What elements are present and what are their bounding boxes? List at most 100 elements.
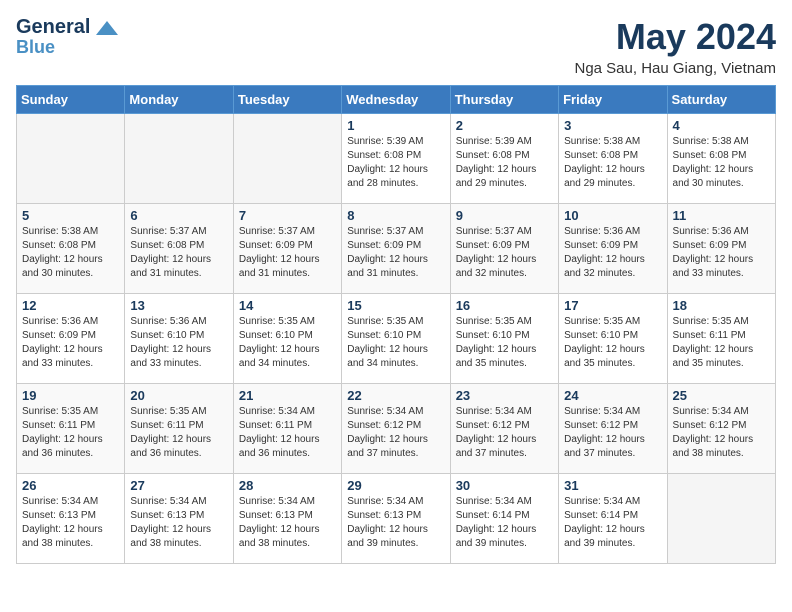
day-info: Sunrise: 5:39 AM Sunset: 6:08 PM Dayligh…: [456, 135, 553, 191]
day-info: Sunrise: 5:36 AM Sunset: 6:09 PM Dayligh…: [564, 225, 661, 281]
calendar: SundayMondayTuesdayWednesdayThursdayFrid…: [16, 85, 776, 564]
weekday-header-wednesday: Wednesday: [342, 86, 450, 114]
day-info: Sunrise: 5:34 AM Sunset: 6:12 PM Dayligh…: [564, 405, 661, 461]
calendar-cell: 5 Sunrise: 5:38 AM Sunset: 6:08 PM Daylig…: [17, 204, 125, 294]
day-info: Sunrise: 5:37 AM Sunset: 6:09 PM Dayligh…: [456, 225, 553, 281]
day-number: 27: [130, 478, 227, 493]
calendar-cell: 23 Sunrise: 5:34 AM Sunset: 6:12 PM Dayli…: [450, 384, 558, 474]
day-number: 24: [564, 388, 661, 403]
day-info: Sunrise: 5:35 AM Sunset: 6:11 PM Dayligh…: [673, 315, 770, 371]
day-number: 28: [239, 478, 336, 493]
location: Nga Sau, Hau Giang, Vietnam: [574, 60, 776, 77]
day-info: Sunrise: 5:34 AM Sunset: 6:14 PM Dayligh…: [564, 495, 661, 551]
weekday-header-monday: Monday: [125, 86, 233, 114]
day-info: Sunrise: 5:35 AM Sunset: 6:11 PM Dayligh…: [22, 405, 119, 461]
logo-icon: [96, 19, 118, 37]
weekday-header-friday: Friday: [559, 86, 667, 114]
month-title: May 2024: [574, 16, 776, 58]
calendar-cell: [667, 474, 775, 564]
week-row-3: 12Sunrise: 5:36 AM Sunset: 6:09 PM Dayli…: [17, 294, 776, 384]
calendar-cell: 8Sunrise: 5:37 AM Sunset: 6:09 PM Daylig…: [342, 204, 450, 294]
day-info: Sunrise: 5:35 AM Sunset: 6:10 PM Dayligh…: [456, 315, 553, 371]
calendar-cell: 24 Sunrise: 5:34 AM Sunset: 6:12 PM Dayli…: [559, 384, 667, 474]
day-info: Sunrise: 5:34 AM Sunset: 6:12 PM Dayligh…: [456, 405, 553, 461]
day-info: Sunrise: 5:37 AM Sunset: 6:09 PM Dayligh…: [347, 225, 444, 281]
day-number: 26: [22, 478, 119, 493]
day-info: Sunrise: 5:34 AM Sunset: 6:14 PM Dayligh…: [456, 495, 553, 551]
day-info: Sunrise: 5:37 AM Sunset: 6:08 PM Dayligh…: [130, 225, 227, 281]
calendar-cell: 31 Sunrise: 5:34 AM Sunset: 6:14 PM Dayli…: [559, 474, 667, 564]
day-number: 4: [673, 118, 770, 133]
calendar-cell: 25 Sunrise: 5:34 AM Sunset: 6:12 PM Dayli…: [667, 384, 775, 474]
day-number: 30: [456, 478, 553, 493]
logo-general: General: [16, 16, 90, 38]
day-info: Sunrise: 5:39 AM Sunset: 6:08 PM Dayligh…: [347, 135, 444, 191]
calendar-cell: 9 Sunrise: 5:37 AM Sunset: 6:09 PM Daylig…: [450, 204, 558, 294]
day-number: 14: [239, 298, 336, 313]
day-number: 7: [239, 208, 336, 223]
week-row-2: 5 Sunrise: 5:38 AM Sunset: 6:08 PM Daylig…: [17, 204, 776, 294]
calendar-cell: 6Sunrise: 5:37 AM Sunset: 6:08 PM Daylig…: [125, 204, 233, 294]
calendar-cell: 1Sunrise: 5:39 AM Sunset: 6:08 PM Daylig…: [342, 114, 450, 204]
calendar-cell: 12Sunrise: 5:36 AM Sunset: 6:09 PM Dayli…: [17, 294, 125, 384]
day-number: 25: [673, 388, 770, 403]
weekday-header-thursday: Thursday: [450, 86, 558, 114]
day-info: Sunrise: 5:35 AM Sunset: 6:10 PM Dayligh…: [239, 315, 336, 371]
day-info: Sunrise: 5:38 AM Sunset: 6:08 PM Dayligh…: [22, 225, 119, 281]
day-number: 2: [456, 118, 553, 133]
day-info: Sunrise: 5:35 AM Sunset: 6:10 PM Dayligh…: [347, 315, 444, 371]
calendar-cell: 29 Sunrise: 5:34 AM Sunset: 6:13 PM Dayli…: [342, 474, 450, 564]
day-info: Sunrise: 5:35 AM Sunset: 6:10 PM Dayligh…: [564, 315, 661, 371]
week-row-5: 26 Sunrise: 5:34 AM Sunset: 6:13 PM Dayli…: [17, 474, 776, 564]
day-info: Sunrise: 5:38 AM Sunset: 6:08 PM Dayligh…: [564, 135, 661, 191]
calendar-cell: 26Sunrise: 5:34 AM Sunset: 6:13 PM Dayli…: [17, 474, 125, 564]
day-number: 9: [456, 208, 553, 223]
calendar-cell: 28Sunrise: 5:34 AM Sunset: 6:13 PM Dayli…: [233, 474, 341, 564]
calendar-cell: 10 Sunrise: 5:36 AM Sunset: 6:09 PM Dayli…: [559, 204, 667, 294]
calendar-cell: 13Sunrise: 5:36 AM Sunset: 6:10 PM Dayli…: [125, 294, 233, 384]
day-number: 23: [456, 388, 553, 403]
calendar-cell: 16 Sunrise: 5:35 AM Sunset: 6:10 PM Dayli…: [450, 294, 558, 384]
day-number: 17: [564, 298, 661, 313]
day-info: Sunrise: 5:37 AM Sunset: 6:09 PM Dayligh…: [239, 225, 336, 281]
calendar-cell: 15 Sunrise: 5:35 AM Sunset: 6:10 PM Dayli…: [342, 294, 450, 384]
day-number: 15: [347, 298, 444, 313]
calendar-cell: 4 Sunrise: 5:38 AM Sunset: 6:08 PM Daylig…: [667, 114, 775, 204]
calendar-cell: 30 Sunrise: 5:34 AM Sunset: 6:14 PM Dayli…: [450, 474, 558, 564]
day-number: 10: [564, 208, 661, 223]
calendar-cell: 19 Sunrise: 5:35 AM Sunset: 6:11 PM Dayli…: [17, 384, 125, 474]
day-info: Sunrise: 5:34 AM Sunset: 6:13 PM Dayligh…: [130, 495, 227, 551]
day-number: 29: [347, 478, 444, 493]
weekday-header-tuesday: Tuesday: [233, 86, 341, 114]
calendar-cell: 21 Sunrise: 5:34 AM Sunset: 6:11 PM Dayli…: [233, 384, 341, 474]
day-number: 31: [564, 478, 661, 493]
calendar-cell: 11 Sunrise: 5:36 AM Sunset: 6:09 PM Dayli…: [667, 204, 775, 294]
page-header: General Blue May 2024 Nga Sau, Hau Giang…: [16, 16, 776, 77]
calendar-cell: [233, 114, 341, 204]
calendar-cell: 20 Sunrise: 5:35 AM Sunset: 6:11 PM Dayli…: [125, 384, 233, 474]
day-number: 5: [22, 208, 119, 223]
day-info: Sunrise: 5:34 AM Sunset: 6:13 PM Dayligh…: [347, 495, 444, 551]
day-info: Sunrise: 5:35 AM Sunset: 6:11 PM Dayligh…: [130, 405, 227, 461]
day-info: Sunrise: 5:34 AM Sunset: 6:12 PM Dayligh…: [673, 405, 770, 461]
day-info: Sunrise: 5:34 AM Sunset: 6:11 PM Dayligh…: [239, 405, 336, 461]
day-info: Sunrise: 5:38 AM Sunset: 6:08 PM Dayligh…: [673, 135, 770, 191]
calendar-cell: 14 Sunrise: 5:35 AM Sunset: 6:10 PM Dayli…: [233, 294, 341, 384]
logo: General Blue: [16, 16, 118, 58]
day-number: 11: [673, 208, 770, 223]
day-number: 21: [239, 388, 336, 403]
calendar-cell: 22Sunrise: 5:34 AM Sunset: 6:12 PM Dayli…: [342, 384, 450, 474]
weekday-header-sunday: Sunday: [17, 86, 125, 114]
day-info: Sunrise: 5:36 AM Sunset: 6:10 PM Dayligh…: [130, 315, 227, 371]
day-info: Sunrise: 5:36 AM Sunset: 6:09 PM Dayligh…: [22, 315, 119, 371]
week-row-1: 1Sunrise: 5:39 AM Sunset: 6:08 PM Daylig…: [17, 114, 776, 204]
weekday-header-row: SundayMondayTuesdayWednesdayThursdayFrid…: [17, 86, 776, 114]
day-number: 16: [456, 298, 553, 313]
day-number: 19: [22, 388, 119, 403]
day-number: 22: [347, 388, 444, 403]
day-info: Sunrise: 5:36 AM Sunset: 6:09 PM Dayligh…: [673, 225, 770, 281]
logo-blue: Blue: [16, 38, 55, 58]
calendar-cell: 2 Sunrise: 5:39 AM Sunset: 6:08 PM Daylig…: [450, 114, 558, 204]
day-number: 20: [130, 388, 227, 403]
title-block: May 2024 Nga Sau, Hau Giang, Vietnam: [574, 16, 776, 77]
